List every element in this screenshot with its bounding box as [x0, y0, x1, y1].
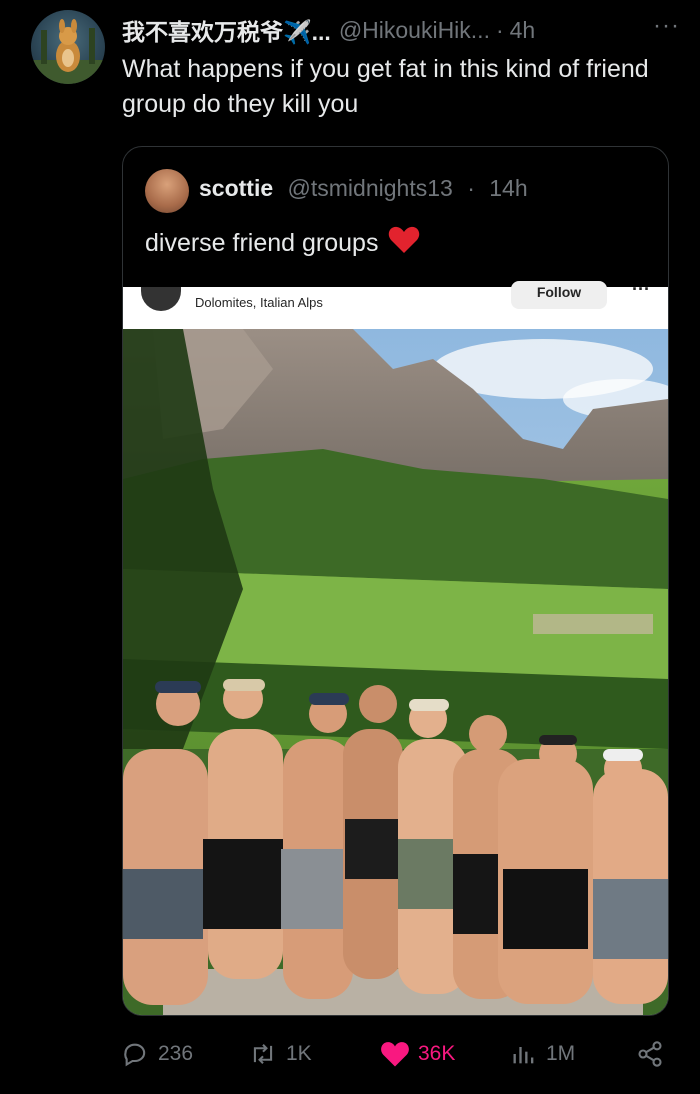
repost-icon: [253, 1044, 273, 1064]
author-handle[interactable]: @HikoukiHik...: [339, 17, 490, 44]
quoted-tweet[interactable]: scottie @tsmidnights13 · 14h diverse fri…: [122, 146, 669, 1016]
views-button[interactable]: 1M: [510, 1040, 575, 1068]
quoted-tweet-header: scottie @tsmidnights13 · 14h: [199, 175, 528, 202]
quoted-tweet-text-row: diverse friend groups: [145, 225, 420, 262]
embedded-follow-button: Follow: [511, 281, 607, 309]
more-options-icon[interactable]: ···: [653, 12, 680, 40]
quoted-tweet-photo[interactable]: [123, 329, 668, 1015]
red-heart-icon: [388, 225, 420, 262]
heart-filled-icon: [381, 1042, 409, 1067]
author-avatar[interactable]: [31, 10, 105, 84]
quoted-author-avatar[interactable]: [145, 169, 189, 213]
repost-count: 1K: [286, 1042, 312, 1065]
tweet-action-bar: 236 1K 36K 1M: [0, 1034, 700, 1078]
separator-dot: ·: [495, 16, 504, 43]
author-name[interactable]: 我不喜欢万税爷✈️...: [122, 13, 331, 47]
quoted-author-handle[interactable]: @tsmidnights13: [288, 175, 453, 201]
quoted-tweet-timestamp[interactable]: 14h: [489, 175, 527, 201]
like-button[interactable]: 36K: [380, 1040, 455, 1068]
tweet-text: What happens if you get fat in this kind…: [122, 55, 649, 118]
reply-icon: [124, 1043, 146, 1067]
quoted-author-name[interactable]: scottie: [199, 175, 273, 201]
separator-dot: ·: [467, 175, 475, 201]
tweet-timestamp[interactable]: 4h: [510, 17, 536, 44]
share-icon: [638, 1041, 662, 1067]
embedded-more-icon: ···: [632, 279, 650, 299]
reply-button[interactable]: 236: [122, 1040, 193, 1068]
embedded-post-header: Dolomites, Italian Alps Follow ···: [123, 279, 668, 329]
tweet-header: 我不喜欢万税爷✈️... @HikoukiHik... · 4h ···: [122, 12, 680, 47]
repost-button[interactable]: 1K: [248, 1040, 312, 1068]
embedded-post-location: Dolomites, Italian Alps: [195, 295, 323, 310]
embedded-post-avatar: [141, 287, 181, 311]
like-count: 36K: [418, 1042, 456, 1065]
share-button[interactable]: [636, 1040, 672, 1068]
views-count: 1M: [546, 1042, 576, 1065]
reply-count: 236: [158, 1042, 194, 1065]
quoted-tweet-text: diverse friend groups: [145, 229, 379, 257]
views-chart-icon: [513, 1047, 534, 1064]
